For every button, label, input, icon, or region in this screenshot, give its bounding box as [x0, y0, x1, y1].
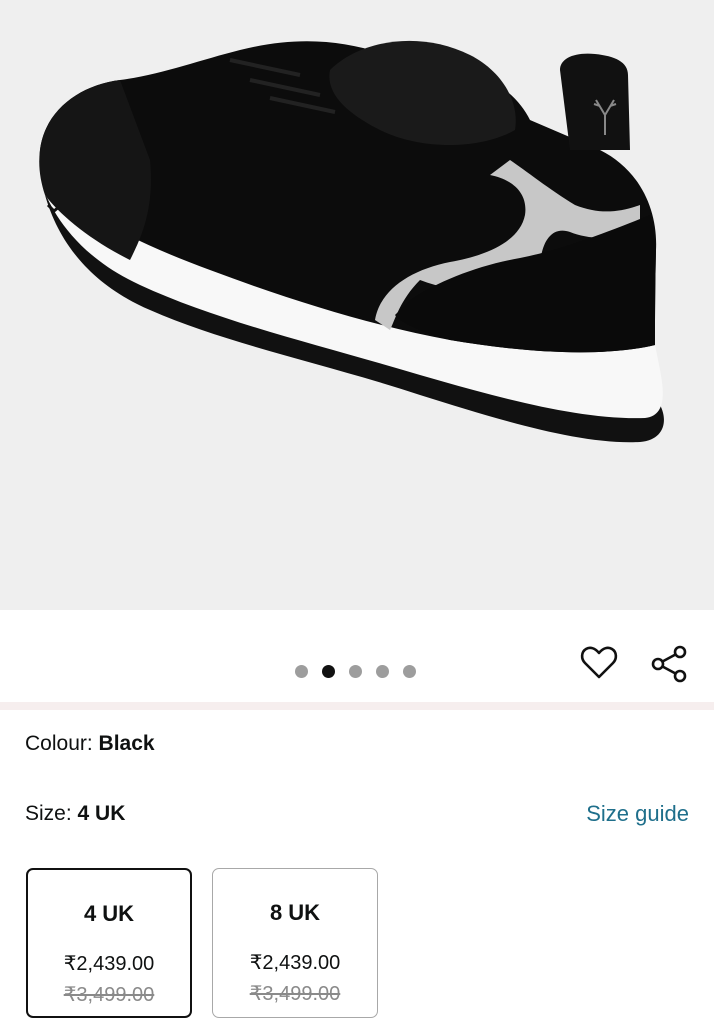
carousel-dot[interactable] — [376, 665, 389, 678]
size-option-price: ₹2,439.00 — [249, 952, 341, 974]
size-row: Size: 4 UK — [25, 802, 125, 826]
product-image[interactable] — [0, 0, 714, 610]
carousel-dots — [295, 665, 416, 678]
sneaker-illustration — [39, 40, 664, 443]
size-option-name: 4 UK — [83, 901, 135, 926]
carousel-dot[interactable] — [349, 665, 362, 678]
colour-row: Colour: Black — [25, 732, 155, 756]
share-icon — [651, 645, 687, 683]
section-divider — [0, 702, 714, 710]
carousel-dot-active[interactable] — [322, 665, 335, 678]
size-option-mrp: ₹3,499.00 — [249, 983, 341, 1005]
size-option-4uk[interactable]: 4 UK ₹2,439.00 ₹3,499.00 — [26, 868, 192, 1018]
size-value: 4 UK — [77, 802, 126, 825]
image-controls — [0, 610, 714, 702]
heart-icon — [580, 646, 618, 679]
carousel-dot[interactable] — [295, 665, 308, 678]
colour-value: Black — [98, 732, 155, 755]
share-button[interactable] — [649, 644, 689, 684]
size-guide-link[interactable]: Size guide — [586, 801, 689, 827]
colour-label: Colour: — [25, 732, 93, 755]
size-option-price: ₹2,439.00 — [63, 953, 155, 975]
size-option-name: 8 UK — [269, 900, 321, 925]
size-option-mrp: ₹3,499.00 — [63, 984, 155, 1006]
carousel-dot[interactable] — [403, 665, 416, 678]
size-label: Size: — [25, 802, 72, 825]
wishlist-button[interactable] — [580, 644, 618, 682]
size-option-8uk[interactable]: 8 UK ₹2,439.00 ₹3,499.00 — [212, 868, 378, 1018]
